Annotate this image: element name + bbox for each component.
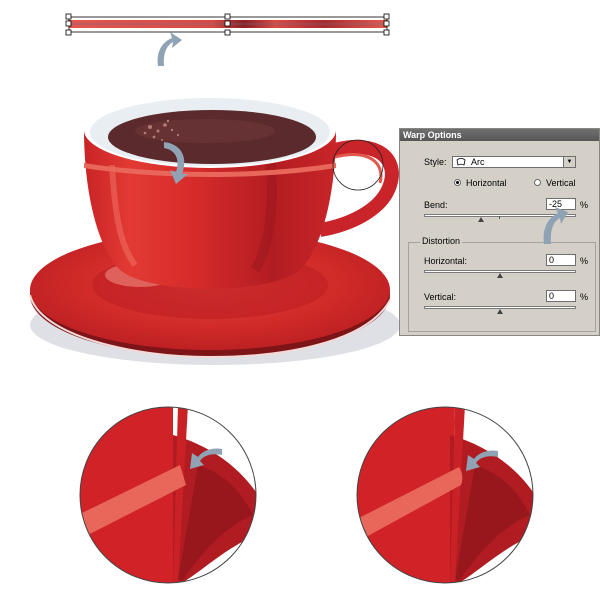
- top-arrow-icon: [157, 32, 182, 66]
- dialog-title: Warp Options: [400, 129, 599, 141]
- bend-center-tick: [499, 216, 500, 219]
- horizontal-distortion-unit: %: [580, 256, 589, 266]
- bend-label: Bend:: [424, 200, 448, 210]
- horizontal-radio-label: Horizontal: [466, 178, 507, 188]
- vertical-distortion-label: Vertical:: [424, 292, 457, 302]
- chevron-down-icon[interactable]: ▼: [563, 157, 575, 167]
- style-value: Arc: [471, 157, 485, 167]
- horizontal-distortion-label: Horizontal:: [424, 256, 468, 266]
- zoom-right-arrow-icon: [466, 450, 498, 471]
- vertical-radio-label: Vertical: [546, 178, 576, 188]
- vertical-radio[interactable]: [534, 179, 541, 186]
- cup-illustration: [29, 92, 400, 365]
- zoom-left-arrow-icon: [190, 448, 222, 469]
- distortion-label: Distortion: [420, 236, 463, 246]
- cup-arrow-icon: [164, 142, 188, 184]
- style-label: Style:: [424, 157, 447, 167]
- vertical-distortion-unit: %: [580, 292, 589, 302]
- horizontal-distortion-field[interactable]: 0: [546, 254, 576, 266]
- horizontal-radio[interactable]: [454, 179, 461, 186]
- vertical-slider-thumb[interactable]: [497, 309, 503, 314]
- style-select[interactable]: Arc ▼: [452, 156, 576, 168]
- bend-slider-thumb[interactable]: [478, 217, 484, 222]
- vertical-distortion-field[interactable]: 0: [546, 290, 576, 302]
- zoom-detail-right: [356, 406, 534, 584]
- arc-style-icon: [456, 158, 466, 166]
- selected-strip[interactable]: [64, 13, 392, 37]
- bend-arrow-icon: [543, 207, 568, 244]
- zoom-detail-left: [79, 406, 257, 584]
- bend-unit: %: [580, 200, 589, 210]
- horizontal-slider-thumb[interactable]: [497, 273, 503, 278]
